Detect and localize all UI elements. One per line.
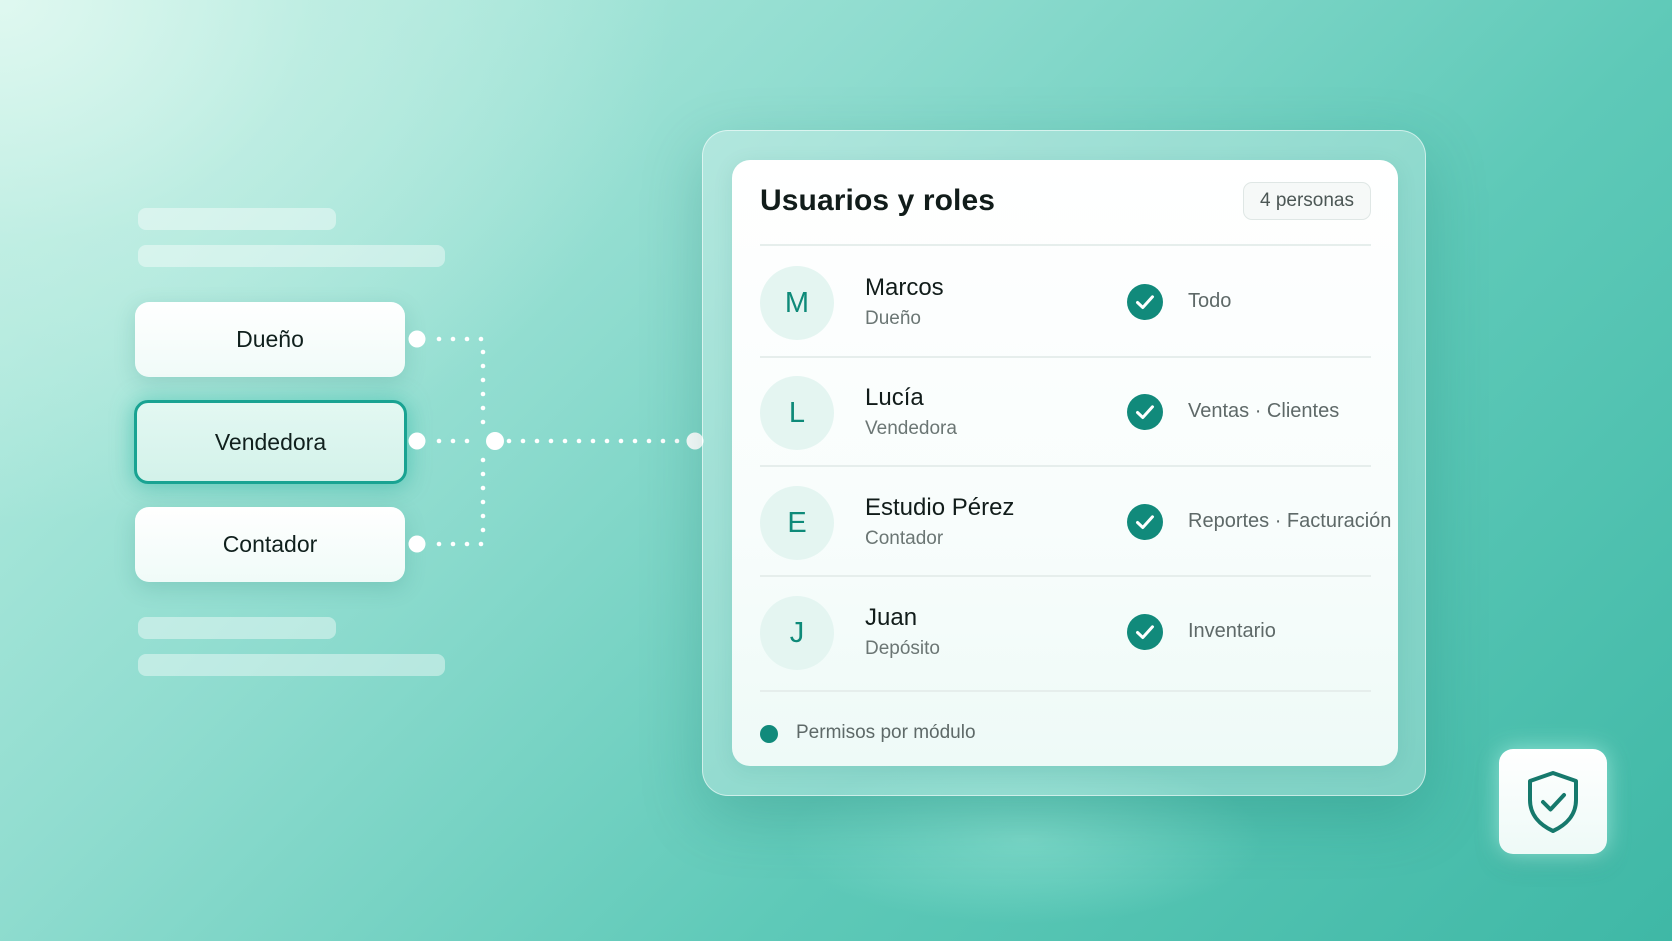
user-role: Dueño [865, 308, 921, 329]
permission-text: Reportes · Facturación [1188, 510, 1392, 532]
panel-title: Usuarios y roles [760, 184, 996, 217]
role-card-dueno[interactable]: Dueño [135, 302, 405, 377]
connector-vendedora [436, 438, 680, 444]
placeholder-bar [138, 654, 445, 676]
check-circle-icon [1127, 614, 1163, 650]
connector-dueno [436, 336, 484, 342]
placeholder-bar [138, 617, 336, 639]
placeholder-bar [138, 245, 445, 267]
security-shield-button[interactable] [1499, 749, 1607, 854]
connector-node [408, 330, 426, 348]
user-name: Juan [865, 604, 918, 631]
people-count-badge: 4 personas [1242, 182, 1371, 220]
connector-vertical [480, 349, 486, 533]
users-panel: Usuarios y roles 4 personas M Marcos Due… [732, 160, 1398, 766]
check-circle-icon [1127, 284, 1163, 320]
connector-endpoint [686, 432, 704, 450]
connector-junction [486, 432, 504, 450]
user-name: Lucía [865, 384, 924, 411]
permission-text: Inventario [1188, 620, 1276, 642]
user-row-lucia[interactable]: L Lucía Vendedora Ventas · Clientes [760, 356, 1371, 464]
connector-node [408, 535, 426, 553]
role-label: Vendedora [214, 428, 327, 455]
permission-text: Todo [1188, 290, 1232, 312]
role-card-vendedora-selected[interactable]: Vendedora [134, 400, 407, 484]
role-label: Dueño [236, 326, 304, 352]
avatar: M [760, 266, 834, 340]
divider [760, 690, 1371, 692]
user-role: Vendedora [865, 418, 957, 439]
connector-contador [436, 541, 484, 547]
check-circle-icon [1127, 504, 1163, 540]
role-card-contador[interactable]: Contador [135, 507, 405, 582]
user-role: Depósito [865, 638, 940, 659]
status-dot [760, 725, 778, 743]
avatar: L [760, 376, 834, 450]
users-panel-frame: Usuarios y roles 4 personas M Marcos Due… [702, 130, 1426, 796]
user-row-estudio-perez[interactable]: E Estudio Pérez Contador Reportes · Fact… [760, 466, 1391, 574]
user-role: Contador [865, 528, 944, 549]
placeholder-bar [138, 208, 336, 230]
avatar: E [760, 486, 834, 560]
check-circle-icon [1127, 394, 1163, 430]
user-row-marcos[interactable]: M Marcos Dueño Todo [760, 246, 1371, 354]
footer-label: Permisos por módulo [796, 722, 976, 743]
role-label: Contador [222, 531, 318, 557]
avatar: J [760, 596, 834, 670]
user-name: Marcos [865, 274, 944, 301]
shield-check-icon [1528, 770, 1578, 833]
user-row-juan[interactable]: J Juan Depósito Inventario [760, 576, 1371, 684]
user-name: Estudio Pérez [865, 494, 1015, 521]
connector-node [408, 432, 426, 450]
permission-text: Ventas · Clientes [1188, 400, 1340, 422]
